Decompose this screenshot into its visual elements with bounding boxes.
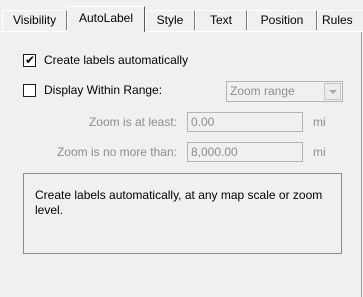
description-text: Create labels automatically, at any map … <box>35 188 323 217</box>
range-type-dropdown-button[interactable] <box>324 83 341 100</box>
zoom-max-unit: mi <box>313 145 326 159</box>
zoom-min-unit: mi <box>313 115 326 129</box>
tab-style[interactable]: Style <box>145 10 195 30</box>
create-labels-checkbox[interactable]: ✔ <box>23 53 36 67</box>
checkmark-icon: ✔ <box>25 53 36 67</box>
autolabel-panel: ✔ Create labels automatically Display Wi… <box>0 32 362 297</box>
zoom-max-input[interactable]: 8,000.00 <box>187 142 303 162</box>
autolabel-dialog: Visibility AutoLabel Style Text Position… <box>0 0 363 297</box>
display-within-range-checkbox[interactable] <box>23 84 36 97</box>
create-labels-label[interactable]: Create labels automatically <box>44 53 188 67</box>
zoom-min-input[interactable]: 0.00 <box>187 112 303 132</box>
tab-position[interactable]: Position <box>247 10 317 30</box>
description-box: Create labels automatically, at any map … <box>23 173 342 254</box>
range-type-value: Zoom range <box>230 84 295 98</box>
tab-rules[interactable]: Rules <box>317 10 363 30</box>
zoom-max-label: Zoom is no more than: <box>56 145 177 159</box>
display-within-range-label[interactable]: Display Within Range: <box>44 83 162 97</box>
tab-autolabel[interactable]: AutoLabel <box>67 6 145 32</box>
chevron-down-icon <box>329 90 337 94</box>
tab-visibility[interactable]: Visibility <box>2 10 67 30</box>
zoom-min-label: Zoom is at least: <box>88 115 177 129</box>
range-type-select[interactable]: Zoom range <box>226 81 343 102</box>
tab-divider <box>0 31 363 32</box>
tab-strip: Visibility AutoLabel Style Text Position… <box>0 0 363 32</box>
tab-text[interactable]: Text <box>195 10 247 30</box>
